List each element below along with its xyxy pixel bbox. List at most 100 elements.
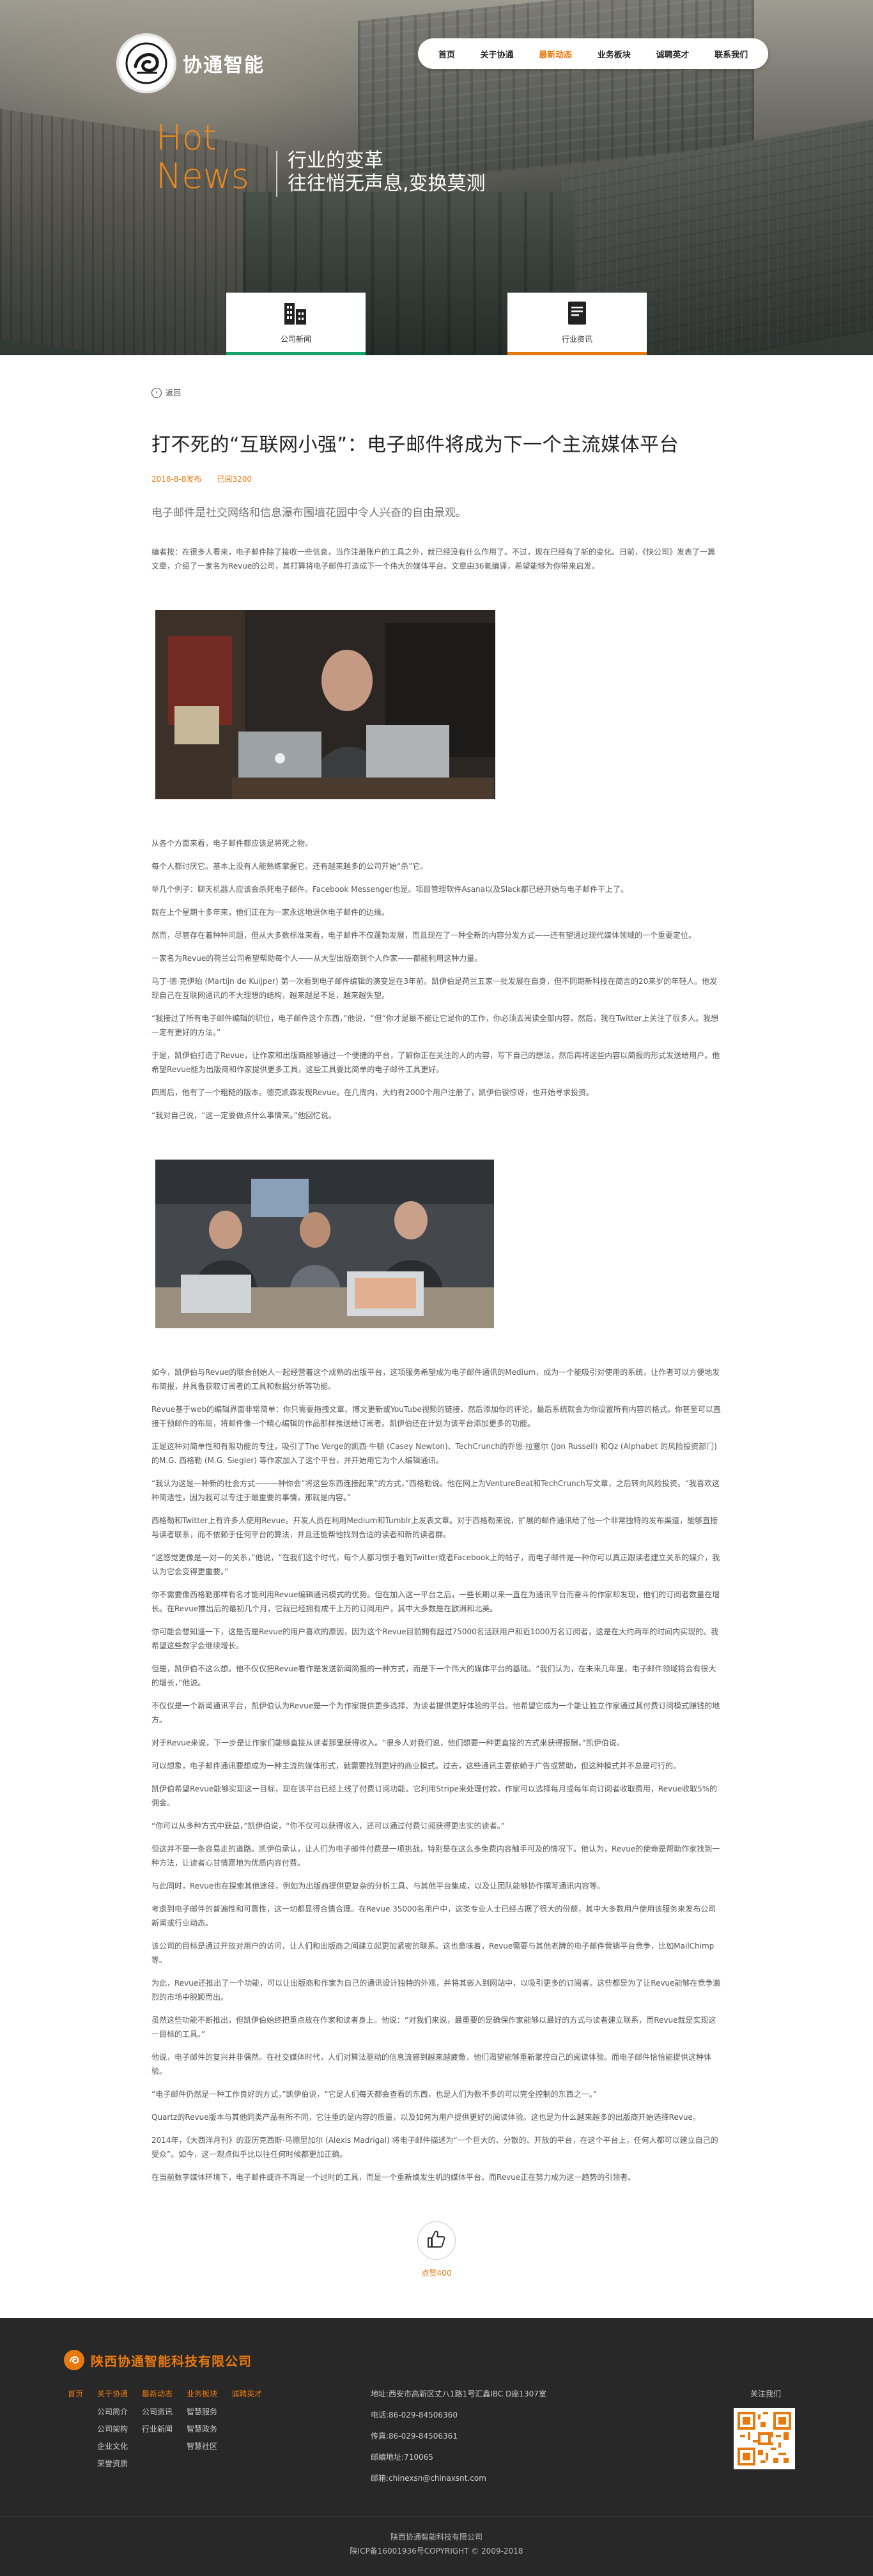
article-paragraph: 与此同时，Revue也在探索其他途径，例如为出版商提供更复杂的分析工具、与其他平…	[151, 1882, 605, 1890]
footer-logo-icon	[64, 2350, 84, 2370]
document-icon	[564, 300, 590, 328]
footer-link[interactable]: 公司简介	[97, 2406, 128, 2417]
article-paragraph: 举几个例子：聊天机器人应该会杀死电子邮件。Facebook Messenger也…	[151, 885, 628, 894]
footer-link[interactable]: 公司架构	[97, 2423, 128, 2434]
article-paragraph: 四周后，他有了一个粗糙的版本。德克凯森发现Revue。在几周内，大约有2000个…	[151, 1088, 594, 1097]
article-title: 打不死的“互联网小强”：电子邮件将成为下一个主流媒体平台	[151, 434, 679, 456]
footer-link[interactable]: 企业文化	[97, 2441, 128, 2451]
article-paragraph: “电子邮件仍然是一种工作良好的方式，”凯伊伯说，“它是人们每天都会查看的东西，也…	[151, 2090, 597, 2099]
article-paragraph: 为此，Revue还推出了一个功能，可以让出版商和作家为自己的通讯设计独特的外观，…	[151, 1979, 721, 2002]
hero-news-line: News	[156, 156, 249, 196]
nav-item-home[interactable]: 首页	[433, 44, 460, 64]
article-paragraph: 考虑到电子邮件的普遍性和可靠性，这一切都显得合情合理。在Revue 35000名…	[151, 1905, 716, 1928]
article-paragraph: 你不需要像西格勒那样有名才能利用Revue编辑通讯模式的优势。但在加入这一平台之…	[151, 1590, 720, 1613]
article-paragraph: Quartz的Revue版本与其他同类产品有所不同，它注重的是内容的质量，以及如…	[151, 2113, 700, 2122]
article-paragraph: 凯伊伯希望Revue能够实现这一目标，现在该平台已经上线了付费订阅功能。它利用S…	[151, 1784, 718, 1807]
logo-text: 协通智能	[183, 54, 265, 77]
footer-link[interactable]: 智慧政务	[187, 2423, 217, 2434]
footer-email[interactable]: 邮箱:chinexsn@chinaxsnt.com	[371, 2472, 546, 2483]
thumbs-up-icon	[426, 2228, 447, 2253]
hero-slogan-line2: 往往悄无声息,变换莫测	[288, 172, 486, 195]
article-paragraph: 不仅仅是一个新闻通讯平台，凯伊伯认为Revue是一个为作家提供更多选择、为读者提…	[151, 1701, 720, 1724]
article-paragraph: 每个人都讨厌它。基本上没有人能熟练掌握它。还有越来越多的公司开始“杀”它。	[151, 862, 428, 871]
footer-links: 首页 关于协通 公司简介 公司架构 企业文化 荣誉资质 最新动态 公司资讯 行业…	[68, 2388, 262, 2469]
follow-label: 关注我们	[750, 2389, 781, 2398]
category-label: 行业资讯	[561, 335, 592, 344]
nav-item-news[interactable]: 最新动态	[534, 44, 577, 64]
footer-link-news[interactable]: 最新动态	[142, 2388, 173, 2400]
footer-col-home: 首页	[68, 2388, 83, 2469]
nav-item-business[interactable]: 业务板块	[592, 44, 636, 64]
nav-item-about[interactable]: 关于协通	[475, 44, 518, 64]
article-paragraph: 可以想象，电子邮件通讯要想成为一种主流的媒体形式，就需要找到更好的商业模式。过去…	[151, 1761, 681, 1770]
back-link[interactable]: ‹ 返回	[151, 387, 722, 398]
article-paragraph: Revue基于web的编辑界面非常简单：你只需要拖拽文章、博文更新或YouTub…	[151, 1405, 721, 1428]
footer-link[interactable]: 行业新闻	[142, 2423, 173, 2434]
category-tab-company-news[interactable]: 公司新闻	[226, 293, 366, 355]
back-arrow-icon: ‹	[151, 387, 162, 398]
article-paragraph: 在当前数字媒体环境下，电子邮件或许不再是一个过时的工具，而是一个重新焕发生机的媒…	[151, 2173, 636, 2182]
footer-col-business: 业务板块 智慧服务 智慧政务 智慧社区	[187, 2388, 217, 2469]
site-logo[interactable]: 协通智能	[116, 33, 265, 93]
footer-link-about[interactable]: 关于协通	[97, 2388, 128, 2400]
category-tab-industry-news[interactable]: 行业资讯	[507, 293, 647, 355]
footer-company-name: 陕西协通智能科技有限公司	[91, 2353, 252, 2369]
footer-link-business[interactable]: 业务板块	[187, 2388, 217, 2400]
article-paragraph: 从各个方面来看，电子邮件都应该是将死之物。	[151, 839, 313, 848]
hero-slogan-line1: 行业的变革	[288, 150, 383, 172]
footer-link-home[interactable]: 首页	[68, 2388, 83, 2400]
article-paragraph: 正是这种对简单性和有限功能的专注，吸引了The Verge的凯西·牛顿 (Cas…	[151, 1442, 717, 1465]
footer-link[interactable]: 智慧服务	[187, 2406, 217, 2417]
hero-hot-line: Hot	[156, 118, 217, 158]
like-count: 点赞400	[421, 2269, 452, 2278]
article-views: 已阅3200	[217, 475, 252, 484]
site-footer: 陕西协通智能科技有限公司 首页 关于协通 公司简介 公司架构 企业文化 荣誉资质…	[0, 2318, 873, 2576]
hero-banner: 协通智能 首页 关于协通 最新动态 业务板块 诚聘英才 联系我们 Hot New…	[0, 0, 873, 355]
article-paragraph: 就在上个星期十多年来，他们正在为一家永远地退休电子邮件的边缘。	[151, 908, 390, 917]
footer-link[interactable]: 荣誉资质	[97, 2458, 128, 2469]
qr-code-icon	[734, 2408, 795, 2469]
hero-hot-news-title: Hot News	[156, 119, 249, 195]
article-paragraph: “这感觉更像是一对一的关系，”他说，“在我们这个时代，每个人都习惯于看到Twit…	[151, 1553, 720, 1576]
main-navigation: 首页 关于协通 最新动态 业务板块 诚聘英才 联系我们	[418, 38, 768, 69]
footer-brand: 陕西协通智能科技有限公司	[64, 2350, 252, 2370]
footer-postcode: 邮编地址:710065	[371, 2453, 433, 2462]
nav-item-contact[interactable]: 联系我们	[709, 44, 753, 64]
hero-slogan: 行业的变革 往往悄无声息,变换莫测	[288, 150, 486, 195]
footer-contact: 地址:西安市高新区丈八1路1号汇鑫IBC D座1307室 电话:86-029-8…	[371, 2388, 546, 2483]
footer-link[interactable]: 智慧社区	[187, 2441, 217, 2451]
article-paragraph: “你可以从多种方式中获益，”凯伊伯说，“你不仅可以获得收入，还可以通过付费订阅获…	[151, 1821, 505, 1830]
logo-mark-icon	[116, 33, 176, 93]
hero-divider	[276, 151, 277, 197]
footer-divider	[0, 2516, 873, 2517]
article-paragraph: 如今，凯伊伯与Revue的联合创始人一起经营着这个成熟的出版平台，这项服务希望成…	[151, 1368, 720, 1391]
category-label: 公司新闻	[280, 335, 311, 344]
article-date: 2018-8-8发布	[151, 475, 202, 484]
article-paragraph: 然而，尽管存在着种种问题，但从大多数标准来看，电子邮件不仅蓬勃发展，而且现在了一…	[151, 931, 697, 940]
article-paragraph: 但这并不是一条容易走的道路。凯伊伯承认，让人们为电子邮件付费是一项挑战，特别是在…	[151, 1844, 720, 1867]
article-paragraph: 一家名为Revue的荷兰公司希望帮助每个人——从大型出版商到个人作家——都能利用…	[151, 954, 483, 963]
article-paragraph: 该公司的目标是通过开放对用户的访问，让人们和出版商之间建立起更加紧密的联系。这也…	[151, 1942, 715, 1965]
footer-link-careers[interactable]: 诚聘英才	[231, 2388, 262, 2400]
nav-item-careers[interactable]: 诚聘英才	[651, 44, 694, 64]
article-intro: 编者按：在很多人看来，电子邮件除了接收一些信息，当作注册账户的工具之外，就已经没…	[151, 548, 716, 571]
footer-copyright: 陕西协通智能科技有限公司 陕ICP备16001936号COPYRIGHT © 2…	[0, 2530, 873, 2558]
copyright-line: 陕ICP备16001936号COPYRIGHT © 2009-2018	[350, 2547, 523, 2556]
article-paragraph: 马丁·德·克伊珀 (Martijn de Kuijper) 第一次看到电子邮件编…	[151, 977, 718, 1000]
article-paragraph: “我接过了所有电子邮件编辑的职位，电子邮件这个东西，”他说，“但“你才是最不能让…	[151, 1014, 719, 1037]
building-icon	[282, 300, 310, 328]
like-button[interactable]	[417, 2221, 456, 2260]
article-paragraph: 西格勒和Twitter上有许多人使用Revue。开发人员在利用Medium和Tu…	[151, 1516, 718, 1539]
article-paragraph: 于是，凯伊伯打造了Revue，让作家和出版商能够通过一个便捷的平台，了解你正在关…	[151, 1051, 720, 1074]
footer-follow: 关注我们	[734, 2388, 798, 2469]
footer-phone: 电话:86-029-84506360	[371, 2411, 458, 2419]
article-paragraph: 2014年，《大西洋月刊》的亚历克西斯·马德里加尔 (Alexis Madrig…	[151, 2136, 718, 2159]
article-meta: 2018-8-8发布 已阅3200	[151, 473, 722, 484]
footer-link[interactable]: 公司资讯	[142, 2406, 173, 2417]
article-paragraph: “我对自己说，“这一定要做点什么事情来。”他回忆说。	[151, 1111, 336, 1120]
photo-man-with-laptop	[155, 610, 495, 799]
article-photo-1	[151, 610, 722, 799]
photo-team-meeting	[155, 1160, 494, 1328]
footer-col-news: 最新动态 公司资讯 行业新闻	[142, 2388, 173, 2469]
article-paragraph: “我认为这是一种新的社会方式——一种你会“将这些东西连接起来”的方式，”西格勒说…	[151, 1479, 720, 1502]
